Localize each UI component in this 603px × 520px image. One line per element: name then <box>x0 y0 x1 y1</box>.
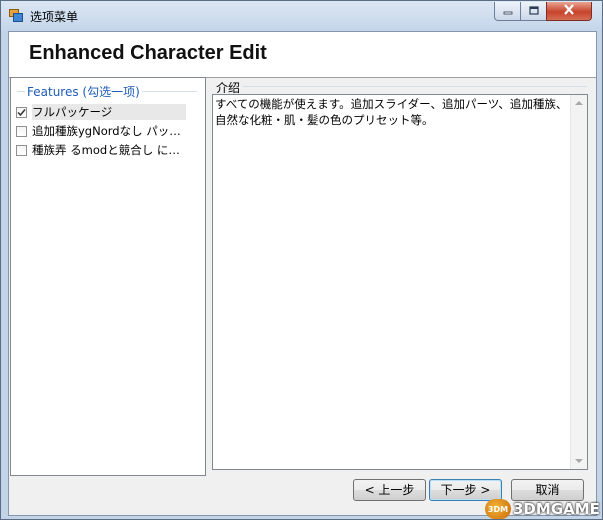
minimize-button[interactable] <box>494 2 521 21</box>
back-button[interactable]: < 上一步 <box>353 479 426 501</box>
feature-item-label: 追加種族ygNordなし パッ… <box>32 124 181 138</box>
maximize-icon <box>528 4 539 18</box>
watermark-text: 3DMGAME <box>513 500 600 518</box>
features-panel: Features (勾选一项) フルパッケージ 追加種族ygNordなし パッ…… <box>10 77 206 476</box>
scroll-up-icon[interactable] <box>575 101 583 105</box>
header-panel: Enhanced Character Edit <box>9 32 596 78</box>
features-group-label: Features (勾选一项) <box>25 83 142 100</box>
feature-checkbox[interactable] <box>16 125 27 137</box>
description-textbox[interactable]: すべての機能が使えます。追加スライダー、追加パーツ、追加種族、自然な化粧・肌・髪… <box>212 94 588 470</box>
watermark: 3DM 3DMGAME <box>485 498 603 520</box>
dialog-client-area: Enhanced Character Edit Features (勾选一项) … <box>8 31 597 516</box>
checkmark-icon <box>17 108 26 116</box>
feature-item-no-ygnord[interactable]: 追加種族ygNordなし パッ… <box>16 123 186 139</box>
close-icon <box>563 4 575 18</box>
description-group-divider <box>243 86 587 87</box>
feature-checkbox[interactable] <box>16 144 27 156</box>
feature-item-race-mod-compat[interactable]: 種族弄 るmodと競合し に… <box>16 142 186 158</box>
feature-checkbox[interactable] <box>16 106 27 118</box>
scroll-down-icon[interactable] <box>575 459 583 463</box>
window-title: 选项菜单 <box>30 10 79 24</box>
feature-item-label: 種族弄 るmodと競合し に… <box>32 143 180 157</box>
feature-item-label: フルパッケージ <box>32 104 186 120</box>
feature-item-full-package[interactable]: フルパッケージ <box>16 104 186 120</box>
description-scrollbar[interactable] <box>570 95 587 469</box>
title-bar[interactable]: 选项菜单 <box>1 1 602 31</box>
wizard-window: 选项菜单 Enhanced Character Edit Features (勾… <box>0 0 603 520</box>
watermark-logo-icon: 3DM <box>485 499 511 519</box>
app-icon <box>9 9 23 22</box>
maximize-button[interactable] <box>520 2 547 21</box>
description-text: すべての機能が使えます。追加スライダー、追加パーツ、追加種族、自然な化粧・肌・髪… <box>215 97 568 127</box>
close-button[interactable] <box>546 2 592 21</box>
minimize-icon <box>503 4 513 18</box>
page-title: Enhanced Character Edit <box>29 42 267 64</box>
